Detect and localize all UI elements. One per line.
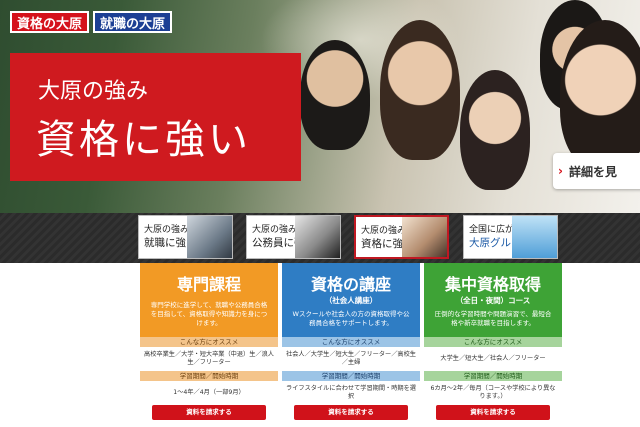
course-description: 圧倒的な学習時間や問題演習で、最短合格や新卒就職を目指します。 bbox=[434, 310, 552, 327]
request-materials-button[interactable]: 資料を請求する bbox=[152, 405, 266, 420]
course-title: 集中資格取得 bbox=[444, 275, 541, 294]
period-label: 学習期間／開始時期 bbox=[282, 371, 420, 381]
course-header[interactable]: 専門課程 専門学校に進学して、就職や公務員合格を目指して、資格取得や知識力を身に… bbox=[140, 263, 278, 337]
detail-button-label: 詳細を見 bbox=[569, 164, 618, 179]
tab-photo bbox=[295, 216, 340, 258]
tab-group[interactable]: 全国に広がる 大原グループ bbox=[463, 215, 558, 259]
course-column-shuchu: 集中資格取得 （全日・夜間）コース 圧倒的な学習時間や問題演習で、最短合格や新卒… bbox=[424, 263, 562, 427]
tab-photo bbox=[512, 216, 557, 258]
course-description: 専門学校に進学して、就職や公務員合格を目指して、資格取得や知識力を身につけます。 bbox=[150, 301, 268, 327]
student-photo bbox=[460, 70, 530, 190]
course-description: Wスクールや社会人の方の資格取得や公務員合格をサポートします。 bbox=[292, 310, 410, 327]
recommend-label: こんな方にオススメ bbox=[140, 337, 278, 347]
student-photo bbox=[300, 40, 370, 150]
tab-koumuin[interactable]: 大原の強み 公務員に強い bbox=[246, 215, 341, 259]
recommend-text: 大学生／短大生／社会人／フリーター bbox=[440, 355, 546, 362]
period-label: 学習期間／開始時期 bbox=[424, 371, 562, 381]
tab-photo bbox=[402, 217, 447, 257]
detail-button[interactable]: › 詳細を見 bbox=[553, 153, 640, 189]
shikaku-logo[interactable]: 資格の大原 bbox=[10, 11, 90, 33]
recommend-text: 高校卒業生／大学・短大卒業（中退）生／浪人生／フリーター bbox=[144, 351, 274, 366]
recommend-label: こんな方にオススメ bbox=[282, 337, 420, 347]
course-title: 専門課程 bbox=[176, 275, 241, 294]
period-text: 1～4年／4月（一部9月） bbox=[173, 389, 245, 396]
period-label: 学習期間／開始時期 bbox=[140, 371, 278, 381]
period-text: ライフスタイルに合わせて学習期間・時期を選択 bbox=[286, 385, 416, 400]
tab-shushoku[interactable]: 大原の強み 就職に強い bbox=[138, 215, 233, 259]
tab-shikaku[interactable]: 大原の強み 資格に強い bbox=[354, 215, 449, 259]
chevron-right-icon: › bbox=[558, 164, 563, 178]
tab-photo bbox=[187, 216, 232, 258]
hero-banner: 資格の大原 就職の大原 大原の強み 資格に強い › 詳細を見 bbox=[0, 0, 640, 213]
headline-box: 大原の強み 資格に強い bbox=[10, 53, 301, 181]
course-subtitle: （社会人講座） bbox=[324, 296, 378, 305]
course-header[interactable]: 集中資格取得 （全日・夜間）コース 圧倒的な学習時間や問題演習で、最短合格や新卒… bbox=[424, 263, 562, 337]
request-materials-button[interactable]: 資料を請求する bbox=[436, 405, 550, 420]
hero-heading: 資格に強い bbox=[36, 117, 251, 163]
course-subtitle: （全日・夜間）コース bbox=[455, 296, 531, 305]
student-photo bbox=[380, 20, 460, 160]
course-header[interactable]: 資格の講座 （社会人講座） Wスクールや社会人の方の資格取得や公務員合格をサポー… bbox=[282, 263, 420, 337]
recommend-text: 社会人／大学生／短大生／フリーター／高校生／主婦 bbox=[286, 351, 416, 366]
student-photo bbox=[560, 20, 640, 170]
recommend-label: こんな方にオススメ bbox=[424, 337, 562, 347]
hero-subheading: 大原の強み bbox=[38, 79, 149, 104]
logo-group: 資格の大原 就職の大原 bbox=[10, 11, 173, 33]
period-text: 6カ月～2年／毎月（コースや学校により異なります。） bbox=[430, 385, 556, 400]
request-materials-button[interactable]: 資料を請求する bbox=[294, 405, 408, 420]
shushoku-logo[interactable]: 就職の大原 bbox=[93, 11, 173, 33]
course-title: 資格の講座 bbox=[310, 275, 391, 294]
course-column-senmon: 専門課程 専門学校に進学して、就職や公務員合格を目指して、資格取得や知識力を身に… bbox=[140, 263, 278, 427]
course-column-shikaku: 資格の講座 （社会人講座） Wスクールや社会人の方の資格取得や公務員合格をサポー… bbox=[282, 263, 420, 427]
